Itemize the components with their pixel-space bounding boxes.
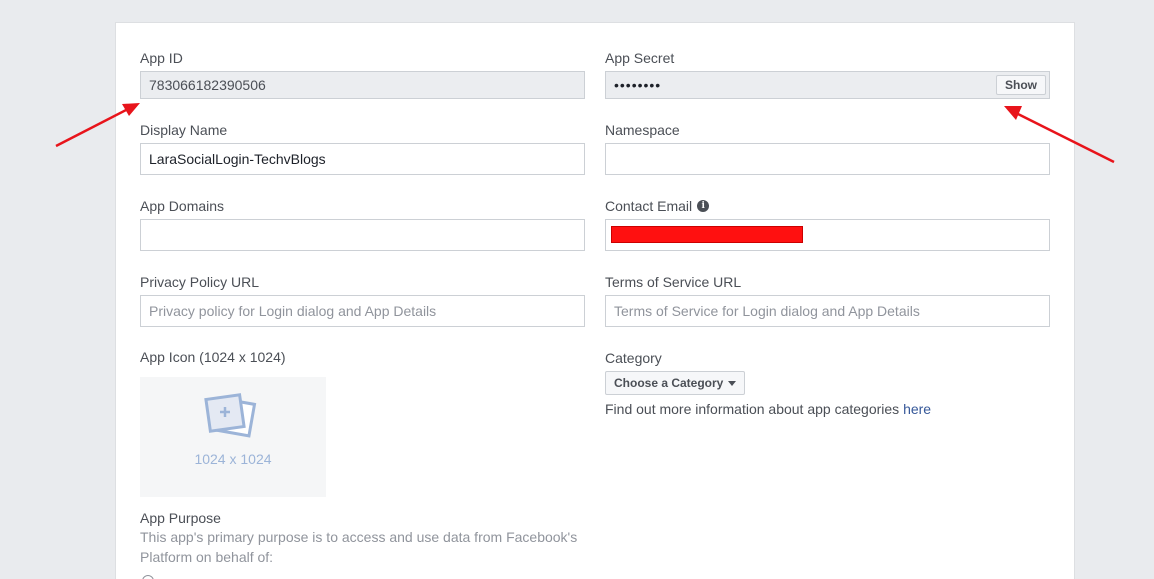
privacy-policy-label: Privacy Policy URL — [140, 274, 260, 290]
image-add-icon — [204, 393, 257, 438]
terms-of-service-field: Terms of Service URL — [605, 273, 741, 291]
display-name-input[interactable]: LaraSocialLogin-TechvBlogs — [140, 143, 585, 175]
app-domains-input[interactable] — [140, 219, 585, 251]
terms-of-service-label: Terms of Service URL — [605, 274, 742, 290]
category-label: Category — [605, 350, 662, 366]
app-purpose-field: App Purpose — [140, 509, 221, 527]
app-icon-field: App Icon (1024 x 1024) — [140, 348, 286, 366]
show-secret-button[interactable]: Show — [996, 75, 1046, 95]
caret-down-icon — [728, 380, 737, 386]
annotation-arrow-right — [1004, 106, 1115, 164]
app-icon-upload[interactable]: 1024 x 1024 — [140, 377, 326, 497]
category-field: Category — [605, 349, 662, 367]
app-secret-input[interactable]: •••••••• Show — [605, 71, 1050, 99]
privacy-policy-input[interactable]: Privacy policy for Login dialog and App … — [140, 295, 585, 327]
app-purpose-label: App Purpose — [140, 510, 221, 526]
contact-email-label: Contact Email — [605, 198, 693, 214]
category-help: Find out more information about app cate… — [605, 401, 931, 417]
app-settings-panel: App ID 783066182390506 App Secret ••••••… — [115, 22, 1075, 579]
app-domains-label: App Domains — [140, 198, 225, 214]
namespace-input[interactable] — [605, 143, 1050, 175]
terms-of-service-input[interactable]: Terms of Service for Login dialog and Ap… — [605, 295, 1050, 327]
namespace-label: Namespace — [605, 122, 680, 138]
app-purpose-description: This app's primary purpose is to access … — [140, 529, 578, 565]
choose-category-button[interactable]: Choose a Category — [605, 371, 746, 395]
app-secret-value: •••••••• — [614, 77, 662, 93]
display-name-field: Display Name — [140, 121, 227, 139]
privacy-policy-field: Privacy Policy URL — [140, 273, 259, 291]
app-purpose-radio[interactable] — [142, 575, 154, 579]
app-id-field: App ID — [140, 49, 183, 67]
app-secret-label: App Secret — [605, 50, 675, 66]
app-id-label: App ID — [140, 50, 183, 66]
app-icon-size-text: 1024 x 1024 — [194, 451, 272, 467]
contact-email-field: Contact Email i — [605, 197, 710, 215]
category-help-text: Find out more information about app cate… — [605, 401, 904, 417]
app-domains-field: App Domains — [140, 197, 224, 215]
info-icon[interactable]: i — [697, 200, 710, 212]
category-help-link[interactable]: here — [903, 401, 931, 417]
annotation-arrow-left — [55, 103, 140, 148]
redaction-mark — [611, 226, 803, 243]
namespace-field: Namespace — [605, 121, 680, 139]
choose-category-label: Choose a Category — [614, 376, 724, 390]
app-icon-label: App Icon (1024 x 1024) — [140, 349, 286, 365]
contact-email-input[interactable] — [605, 219, 1050, 251]
app-secret-field: App Secret — [605, 49, 674, 67]
app-id-input[interactable]: 783066182390506 — [140, 71, 585, 99]
display-name-label: Display Name — [140, 122, 228, 138]
